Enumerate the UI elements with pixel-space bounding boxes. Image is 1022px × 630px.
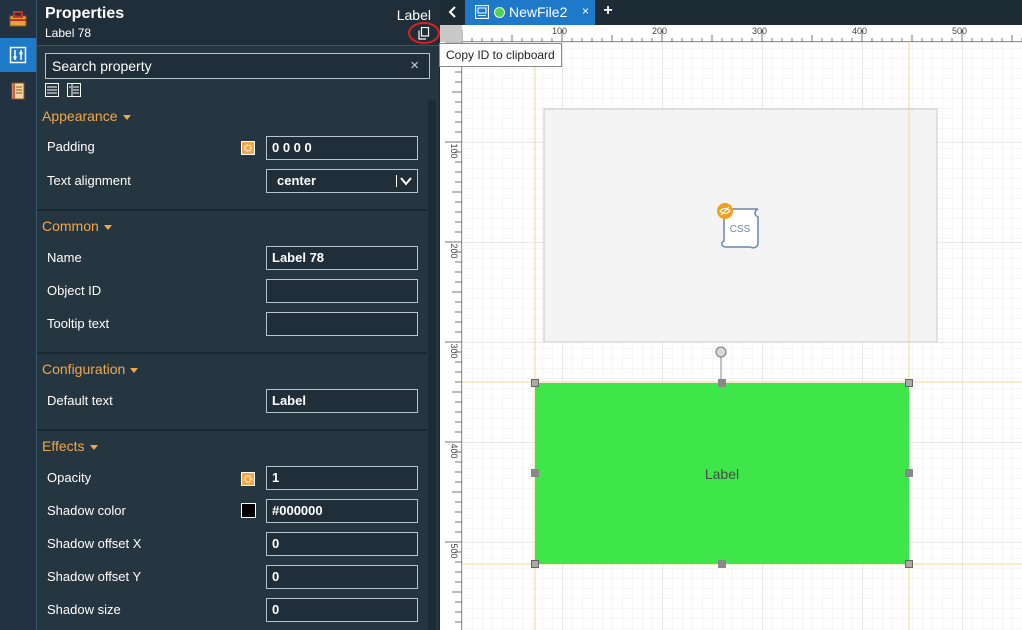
name-input[interactable]: Label 78 bbox=[266, 246, 418, 270]
caret-down-icon bbox=[103, 224, 112, 230]
ruler-v-label: 500 bbox=[449, 543, 459, 558]
ruler-v-label: 300 bbox=[449, 343, 459, 358]
activity-bar bbox=[0, 0, 36, 630]
chevron-left-icon bbox=[448, 6, 456, 18]
name-label: Name bbox=[47, 250, 82, 265]
resize-handle-n[interactable] bbox=[718, 379, 726, 387]
padding-input[interactable]: 0 0 0 0 bbox=[266, 136, 418, 160]
section-divider bbox=[37, 429, 427, 431]
label-element-text: Label bbox=[704, 465, 740, 482]
shadow-offset-x-input[interactable]: 0 bbox=[266, 532, 418, 556]
gear-glyph-icon bbox=[244, 475, 252, 483]
selected-label-element[interactable]: Label bbox=[535, 383, 909, 564]
ruler-h-label: 500 bbox=[952, 26, 967, 36]
tooltip-text-input[interactable] bbox=[266, 312, 418, 336]
gear-icon[interactable] bbox=[241, 141, 255, 155]
ruler-h-label: 100 bbox=[552, 26, 567, 36]
gear-glyph-icon bbox=[244, 144, 252, 152]
ruler-corner bbox=[440, 25, 462, 42]
book-icon bbox=[11, 82, 25, 100]
default-text-label: Default text bbox=[47, 393, 113, 408]
text-alignment-value: center bbox=[277, 173, 317, 188]
screen-file-icon bbox=[475, 5, 489, 19]
opacity-input[interactable]: 1 bbox=[266, 466, 418, 490]
shadow-color-label: Shadow color bbox=[47, 503, 126, 518]
element-type-label: Label bbox=[396, 7, 431, 23]
section-divider bbox=[37, 352, 427, 354]
object-id-label: Object ID bbox=[47, 283, 102, 298]
section-divider bbox=[37, 209, 427, 211]
text-alignment-label: Text alignment bbox=[47, 173, 131, 188]
resize-handle-sw[interactable] bbox=[531, 560, 539, 568]
ruler-h-label: 400 bbox=[852, 26, 867, 36]
tab-bar: NewFile2 × + bbox=[440, 0, 1022, 25]
padding-label: Padding bbox=[47, 139, 95, 154]
close-tab-icon[interactable]: × bbox=[582, 4, 589, 18]
toolbox-icon bbox=[9, 11, 27, 27]
caret-down-icon bbox=[89, 444, 98, 450]
shadow-offset-x-label: Shadow offset X bbox=[47, 536, 142, 551]
resize-handle-se[interactable] bbox=[905, 560, 913, 568]
properties-icon bbox=[9, 46, 27, 64]
configuration-header[interactable]: Configuration bbox=[42, 361, 139, 377]
tooltip-text-label: Tooltip text bbox=[47, 316, 110, 331]
panel-subtitle: Label 78 bbox=[45, 26, 92, 40]
resize-handle-s[interactable] bbox=[718, 560, 726, 568]
default-text-input[interactable]: Label bbox=[266, 389, 418, 413]
ruler-v-label: 100 bbox=[449, 143, 459, 158]
ruler-v-label: 200 bbox=[449, 243, 459, 258]
shadow-size-label: Shadow size bbox=[47, 602, 121, 617]
panel-title: Properties bbox=[45, 5, 125, 22]
book-button[interactable] bbox=[0, 74, 36, 108]
detail-view-icon[interactable] bbox=[67, 83, 81, 97]
caret-down-icon bbox=[122, 114, 131, 120]
resize-handle-e[interactable] bbox=[905, 469, 913, 477]
text-alignment-select[interactable]: center bbox=[266, 169, 418, 193]
add-tab-button[interactable]: + bbox=[600, 2, 616, 20]
properties-scrollbar[interactable] bbox=[428, 100, 436, 630]
shadow-color-input[interactable]: #000000 bbox=[266, 499, 418, 523]
shadow-size-input[interactable]: 0 bbox=[266, 598, 418, 622]
properties-button[interactable] bbox=[0, 38, 36, 72]
css-badge-text: CSS bbox=[730, 224, 751, 235]
toolbox-button[interactable] bbox=[0, 2, 36, 36]
resize-handle-nw[interactable] bbox=[531, 379, 539, 387]
search-box: × bbox=[45, 53, 430, 79]
select-divider bbox=[396, 175, 397, 187]
properties-header: Properties Label 78 Label bbox=[37, 0, 440, 46]
view-toggles bbox=[45, 83, 85, 99]
ruler-h-label: 200 bbox=[652, 26, 667, 36]
ruler-h-label: 300 bbox=[752, 26, 767, 36]
copy-icon bbox=[418, 26, 430, 40]
copy-id-button[interactable] bbox=[408, 22, 440, 44]
tab-back-button[interactable] bbox=[444, 3, 462, 21]
object-id-input[interactable] bbox=[266, 279, 418, 303]
rotation-handle[interactable] bbox=[715, 346, 727, 358]
list-view-icon[interactable] bbox=[45, 83, 59, 97]
copy-id-tooltip: Copy ID to clipboard bbox=[439, 43, 562, 67]
resize-handle-ne[interactable] bbox=[905, 379, 913, 387]
tab-newfile2[interactable]: NewFile2 × bbox=[465, 0, 595, 25]
gear-icon[interactable] bbox=[241, 472, 255, 486]
saved-status-dot bbox=[494, 7, 505, 18]
shadow-offset-y-label: Shadow offset Y bbox=[47, 569, 142, 584]
opacity-label: Opacity bbox=[47, 470, 92, 485]
ruler-v-label: 400 bbox=[449, 443, 459, 458]
clear-search-button[interactable]: × bbox=[410, 57, 419, 74]
tab-label: NewFile2 bbox=[509, 4, 568, 20]
search-input[interactable] bbox=[46, 54, 401, 78]
shadow-color-swatch[interactable] bbox=[241, 503, 256, 518]
effects-header[interactable]: Effects bbox=[42, 438, 98, 454]
properties-panel: Properties Label 78 Label × App bbox=[36, 0, 440, 630]
chevron-down-icon bbox=[400, 177, 412, 186]
resize-handle-w[interactable] bbox=[531, 469, 539, 477]
appearance-header[interactable]: Appearance bbox=[42, 108, 131, 124]
common-header[interactable]: Common bbox=[42, 218, 112, 234]
shadow-offset-y-input[interactable]: 0 bbox=[266, 565, 418, 589]
caret-down-icon bbox=[130, 367, 139, 373]
